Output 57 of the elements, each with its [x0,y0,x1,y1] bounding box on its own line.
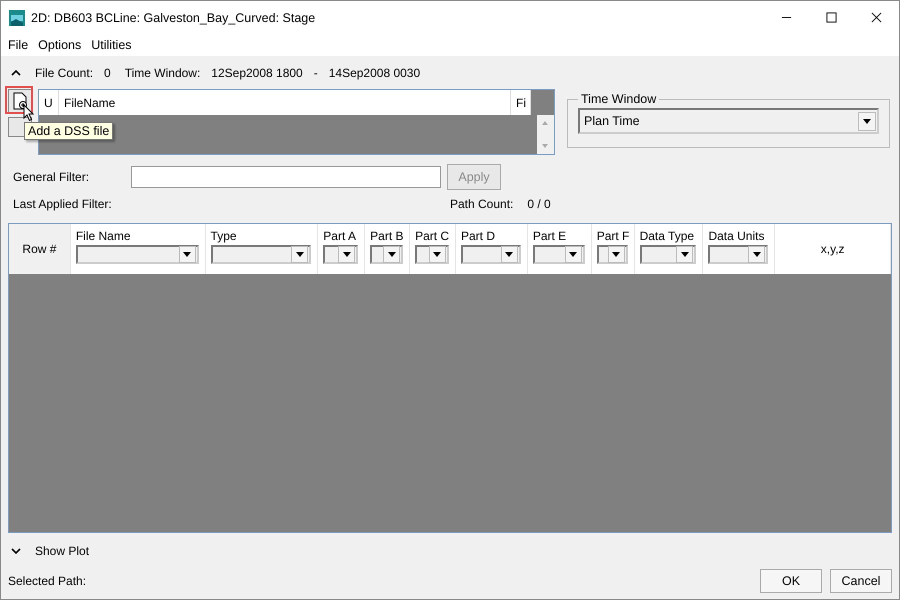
show-plot-label[interactable]: Show Plot [35,544,90,558]
column-header[interactable]: Type [210,229,316,243]
menu-item[interactable]: Options [33,38,86,52]
dropdown-arrow-icon [680,252,689,257]
dropdown-arrow-icon [863,118,871,124]
header-background [531,90,554,115]
filter-dropdown[interactable] [370,245,404,264]
column-header[interactable]: Data Units [708,229,772,243]
maximize-icon[interactable] [826,12,837,23]
filter-dropdown[interactable] [415,245,449,264]
separator: - [314,66,318,80]
dropdown-arrow-icon [388,252,396,257]
cursor-icon [23,104,35,122]
window-title: 2D: DB603 BCLine: Galveston_Bay_Curved: Stage [31,10,316,24]
filter-dropdown[interactable] [596,245,628,264]
dropdown-arrow-icon [505,252,514,257]
dropdown-arrow-icon [612,252,620,257]
column-header[interactable]: Part B [370,229,408,243]
dropdown-arrow-icon [569,252,578,257]
last-filter-label: Last Applied Filter: [13,197,113,211]
dropdown-arrow-icon [342,252,351,257]
time-window-dropdown[interactable]: Plan Time [578,108,879,134]
column-header[interactable]: Data Type [640,229,700,243]
dialog-button[interactable]: OK [760,569,822,593]
file-plus-icon [12,92,28,110]
path-count-label: Path Count: [450,197,514,211]
column-header[interactable]: Row # [22,242,56,256]
dropdown-arrow-icon [433,252,442,257]
end-time: 14Sep2008 0030 [328,66,420,80]
app-icon [9,10,25,26]
caret-up-icon[interactable] [11,70,21,76]
column-header[interactable]: Part A [323,229,362,243]
caret-down-icon[interactable] [11,548,21,554]
column-header[interactable]: x,y,z [820,242,845,256]
column-header[interactable]: Part E [532,229,589,243]
filter-field[interactable] [131,166,441,188]
start-time: 12Sep2008 1800 [211,66,303,80]
dropdown-arrow-icon [183,252,192,257]
dialog-button[interactable]: Cancel [830,569,892,593]
column-header[interactable]: Part F [596,229,632,243]
column-header[interactable]: File Name [76,229,203,243]
path-count: 0 / 0 [527,197,551,211]
group-label: Time Window [580,92,658,106]
selected-path-label: Selected Path: [8,574,88,588]
dropdown-arrow-icon [752,252,761,257]
menu-item[interactable]: File [3,38,34,52]
menu-item[interactable]: Utilities [86,38,137,52]
file-count-label: File Count: [35,66,94,80]
dropdown-arrow-icon [296,252,304,257]
close-icon[interactable] [871,12,882,23]
file-count: 0 [104,66,111,80]
column-header[interactable]: Part C [415,229,453,243]
column-header[interactable]: Part D [460,229,525,243]
filter-label: General Filter: [12,170,90,184]
filter-dropdown[interactable] [323,245,358,264]
time-window-label: Time Window: [124,66,200,80]
tooltip: Add a DSS file [24,122,114,140]
